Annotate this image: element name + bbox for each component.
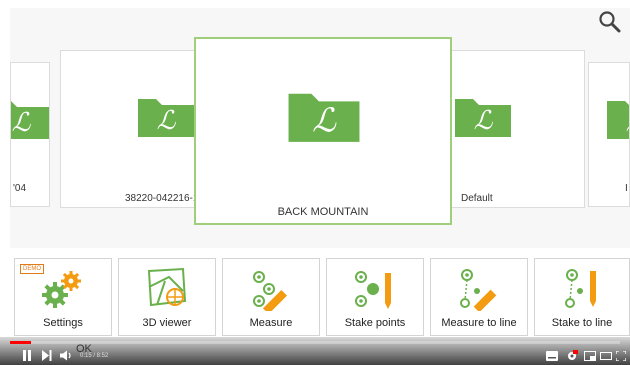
folder-icon: ℒ: [607, 101, 630, 139]
3d-viewer-tile[interactable]: 3D viewer: [118, 258, 216, 336]
measure-to-line-tile[interactable]: Measure to line: [430, 258, 528, 336]
project-card[interactable]: ℒ '04: [10, 62, 50, 207]
miniplayer-icon[interactable]: [584, 351, 596, 361]
stake-to-line-icon: [565, 269, 596, 308]
project-name: I: [625, 183, 628, 194]
stake-points-icon: [355, 271, 391, 309]
search-icon: [599, 11, 621, 33]
folder-icon: ℒ: [138, 99, 194, 137]
svg-text:ℒ: ℒ: [474, 106, 494, 136]
project-name: '04: [13, 183, 27, 194]
fullscreen-icon[interactable]: [616, 351, 626, 361]
search-button[interactable]: [598, 10, 622, 34]
tile-label: Stake points: [344, 317, 406, 329]
progress-bar[interactable]: [10, 341, 620, 344]
svg-text:ℒ: ℒ: [312, 101, 337, 140]
stake-points-tile[interactable]: Stake points: [326, 258, 424, 336]
folder-icon: ℒ: [288, 93, 360, 142]
video-player-controls: 0:15 / 8:52: [0, 337, 630, 365]
progress-fill: [10, 341, 32, 344]
gears-icon: [42, 271, 81, 308]
tile-label: 3D viewer: [142, 317, 192, 329]
subtitles-icon[interactable]: [546, 351, 558, 361]
next-icon[interactable]: [42, 350, 52, 361]
project-card[interactable]: ℒ Default: [440, 50, 585, 208]
svg-text:ℒ: ℒ: [157, 106, 177, 136]
folder-icon: ℒ: [455, 99, 511, 137]
stake-to-line-tile[interactable]: Stake to line: [534, 258, 630, 336]
tile-label: Stake to line: [551, 317, 613, 329]
measure-tile[interactable]: Measure: [222, 258, 320, 336]
project-card[interactable]: ℒ 38220-042216-1: [60, 50, 210, 208]
measure-icon: [253, 271, 288, 311]
volume-icon[interactable]: [60, 350, 72, 361]
settings-tile[interactable]: DEMO Settings: [14, 258, 112, 336]
project-card-selected[interactable]: ℒ BACK MOUNTAIN: [194, 37, 452, 225]
folder-icon: ℒ: [11, 101, 49, 139]
tile-label: Measure: [249, 317, 293, 329]
svg-text:ℒ: ℒ: [12, 108, 32, 138]
measure-to-line-icon: [460, 269, 497, 311]
project-name: BACK MOUNTAIN: [277, 206, 369, 218]
pause-icon[interactable]: [22, 350, 32, 361]
3d-viewer-icon: [147, 267, 187, 307]
settings-hd-icon[interactable]: [566, 350, 578, 361]
tile-label: Settings: [43, 317, 83, 329]
project-name: Default: [461, 193, 493, 204]
tile-label: Measure to line: [441, 317, 517, 329]
svg-text:ℒ: ℒ: [626, 108, 630, 138]
project-card[interactable]: ℒ I: [588, 62, 630, 207]
ok-label: OK: [76, 343, 92, 355]
theater-icon[interactable]: [600, 351, 612, 361]
